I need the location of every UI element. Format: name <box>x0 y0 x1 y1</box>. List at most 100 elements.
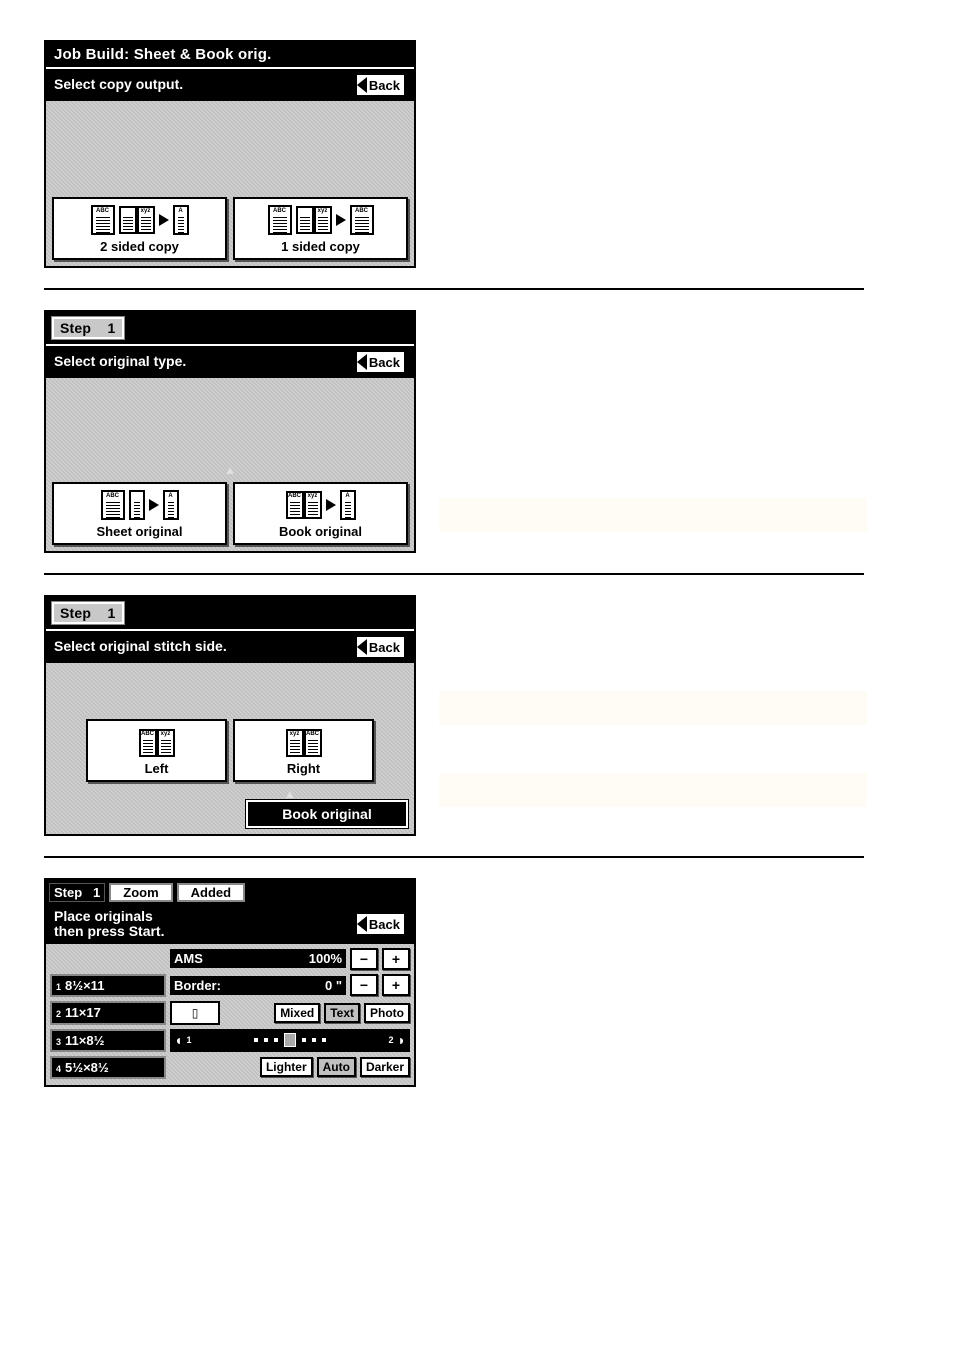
slider-left-cap-icon: ◖ <box>174 1032 182 1048</box>
divider <box>44 288 864 290</box>
density-buttons-row: Lighter Auto Darker <box>170 1056 410 1079</box>
book-left-icon: ABCxyz <box>139 729 175 757</box>
slider-thumb[interactable] <box>284 1033 296 1047</box>
slider-tick <box>302 1038 306 1042</box>
mode-row: ▯ Mixed Text Photo <box>170 1001 410 1025</box>
option-label: 1 sided copy <box>239 239 402 254</box>
paper-size-3-button[interactable]: 311×8½ <box>50 1029 166 1052</box>
lighter-button[interactable]: Lighter <box>260 1057 313 1077</box>
page-a-icon: A <box>163 490 179 520</box>
settings-grid: AMS 100% − + 18½×11 Border: 0 " − + 211×… <box>46 944 414 1085</box>
sheet-original-button[interactable]: ABC A Sheet original <box>52 482 227 545</box>
book-icon: ABCxyz <box>286 491 322 519</box>
orientation-icon[interactable]: ▯ <box>170 1001 220 1025</box>
step-indicator: Step 1 <box>49 883 105 902</box>
screen-stitch-side: Step 1 Select original stitch side. Back… <box>44 595 416 836</box>
ams-display: AMS 100% <box>170 949 346 968</box>
divider <box>44 856 864 858</box>
slider-num-left: 1 <box>186 1035 191 1045</box>
page-abc-icon: ABC <box>101 490 125 520</box>
border-row: Border: 0 " − + <box>170 974 410 997</box>
zoom-tab[interactable]: Zoom <box>109 883 172 902</box>
left-stitch-button[interactable]: ABCxyz Left <box>86 719 227 782</box>
added-tab[interactable]: Added <box>177 883 245 902</box>
paper-size-1-button[interactable]: 18½×11 <box>50 974 166 997</box>
paper-size-label: 5½×8½ <box>65 1060 109 1075</box>
ams-plus-button[interactable]: + <box>382 948 410 970</box>
step-label: Step <box>60 320 91 336</box>
one-sided-copy-button[interactable]: ABC xyz ABC 1 sided copy <box>233 197 408 260</box>
top-tabs: Step 1 Zoom Added <box>46 880 414 905</box>
subtitle: Select original type. <box>54 354 186 369</box>
two-sided-copy-button[interactable]: ABC xyz A 2 sided copy <box>52 197 227 260</box>
book-icon: xyz <box>296 206 332 234</box>
paper-size-2-button[interactable]: 211×17 <box>50 1001 166 1025</box>
annotation-band <box>439 773 867 807</box>
option-label: Left <box>92 761 221 776</box>
annotation-band <box>439 691 867 725</box>
paper-size-label: 11×17 <box>65 1005 101 1020</box>
right-stitch-button[interactable]: xyzABC Right <box>233 719 374 782</box>
option-row: ABCxyz Left xyzABC Right <box>46 713 414 788</box>
ams-value: 100% <box>309 951 342 966</box>
border-plus-button[interactable]: + <box>382 974 410 996</box>
slider-tick <box>322 1038 326 1042</box>
option-row: ABC A Sheet original ABCxyz A Book origi… <box>46 476 414 551</box>
divider <box>44 573 864 575</box>
annotation-band <box>439 498 867 532</box>
icon-row: xyzABC <box>239 729 368 757</box>
icon-row: ABCxyz A <box>239 490 402 520</box>
triangle-up-icon: ▲ <box>46 464 414 476</box>
blank-area <box>46 101 414 191</box>
screen-original-type: Step 1 Select original type. Back ▲ ABC … <box>44 310 416 553</box>
paper-size-4-button[interactable]: 45½×8½ <box>50 1056 166 1079</box>
back-button[interactable]: Back <box>355 635 406 659</box>
darker-button[interactable]: Darker <box>360 1057 410 1077</box>
subtitle: Select copy output. <box>54 77 183 92</box>
sub-bar: Place originals then press Start. Back <box>46 905 414 944</box>
title-bar: Step 1 <box>46 312 414 344</box>
ams-minus-button[interactable]: − <box>350 948 378 970</box>
border-value: 0 " <box>325 978 342 993</box>
page-abc-icon: ABC <box>91 205 115 235</box>
step-indicator: Step 1 <box>52 602 124 624</box>
back-button[interactable]: Back <box>355 73 406 97</box>
paper-size-label: 8½×11 <box>65 978 104 993</box>
text-button[interactable]: Text <box>324 1003 360 1023</box>
border-minus-button[interactable]: − <box>350 974 378 996</box>
page-a-icon: A <box>173 205 189 235</box>
icon-row: ABCxyz <box>92 729 221 757</box>
mixed-button[interactable]: Mixed <box>274 1003 320 1023</box>
screen-place-originals: Step 1 Zoom Added Place originals then p… <box>44 878 416 1087</box>
option-label: Sheet original <box>58 524 221 539</box>
arrow-right-icon <box>149 499 159 511</box>
title-bar: Step 1 <box>46 597 414 629</box>
auto-button[interactable]: Auto <box>317 1057 356 1077</box>
page-abc-icon: ABC <box>268 205 292 235</box>
book-original-footer-tab[interactable]: Book original <box>246 800 408 828</box>
density-slider-row: ◖ 1 2 ◗ <box>170 1029 410 1052</box>
slider-num-right: 2 <box>389 1035 394 1045</box>
subtitle: Select original stitch side. <box>54 639 227 654</box>
slider-right-cap-icon: ◗ <box>398 1032 406 1048</box>
option-label: Book original <box>239 524 402 539</box>
back-button[interactable]: Back <box>355 350 406 374</box>
border-label: Border: <box>174 978 221 993</box>
paper-size-label: 11×8½ <box>65 1033 104 1048</box>
book-original-button[interactable]: ABCxyz A Book original <box>233 482 408 545</box>
arrow-right-icon <box>326 499 336 511</box>
book-icon: xyz <box>119 206 155 234</box>
slider-tick <box>254 1038 258 1042</box>
option-row: ABC xyz A 2 sided copy ABC xyz ABC 1 sid… <box>46 191 414 266</box>
icon-row: ABC xyz ABC <box>239 205 402 235</box>
slider-tick <box>264 1038 268 1042</box>
step-number: 1 <box>108 320 116 336</box>
sub-bar: Select original type. Back <box>46 344 414 378</box>
back-button[interactable]: Back <box>355 912 406 936</box>
option-label: 2 sided copy <box>58 239 221 254</box>
photo-button[interactable]: Photo <box>364 1003 410 1023</box>
arrow-right-icon <box>336 214 346 226</box>
slider-tick <box>312 1038 316 1042</box>
density-slider-track[interactable] <box>195 1033 384 1047</box>
blank-area <box>46 378 414 468</box>
